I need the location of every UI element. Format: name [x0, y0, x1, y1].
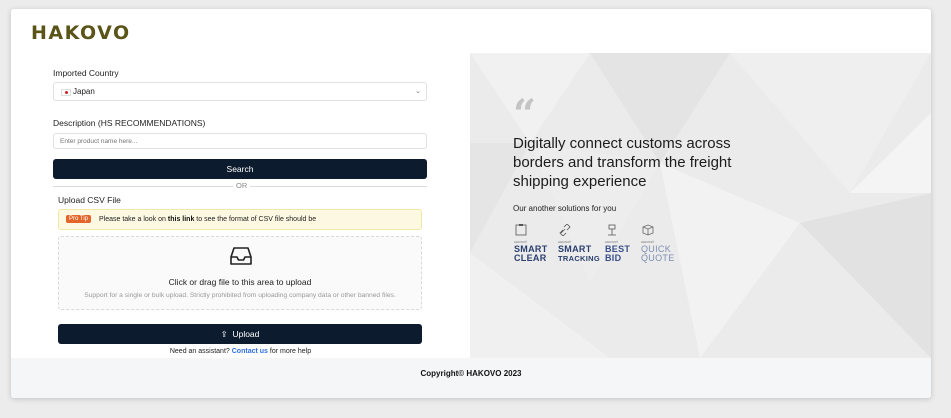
assistant-line: Need an assistant? Contact us for more h… — [11, 348, 470, 355]
quote-mark-icon: “ — [513, 91, 537, 138]
hero-headline: Digitally connect customs across borders… — [513, 135, 732, 190]
pro-tip-tag: Pro Tip — [66, 215, 92, 223]
box-icon — [642, 224, 654, 236]
upload-csv-label: Upload CSV File — [58, 195, 121, 205]
description-label: Description (HS RECOMMENDATIONS) — [53, 118, 206, 128]
country-select[interactable]: Japan ⌄ — [53, 82, 427, 101]
country-label: Imported Country — [53, 68, 119, 78]
country-value: Japan — [73, 87, 95, 96]
product-line2: BID — [605, 253, 622, 263]
pro-tip-banner: Pro Tip Please take a look on this link … — [58, 209, 422, 230]
hero-panel: “ Digitally connect customs across borde… — [470, 53, 931, 358]
assist-text-after: for more help — [269, 348, 312, 355]
product-line2: CLEAR — [514, 253, 547, 263]
product-best-bid[interactable]: HAKOVO® BEST BID — [605, 223, 630, 263]
pro-tip-text-before: Please take a look on — [99, 216, 166, 223]
clipboard-icon — [515, 224, 527, 236]
hakovo-logo[interactable]: HAKOVO — [31, 22, 131, 44]
chevron-down-icon: ⌄ — [415, 88, 421, 95]
product-line1: SMART — [558, 244, 592, 254]
upload-label: Upload — [232, 329, 260, 339]
pro-tip-message: Please take a look on this link to see t… — [99, 216, 316, 223]
search-button[interactable]: Search — [53, 159, 427, 179]
copyright-text: Copyright© HAKOVO 2023 — [420, 369, 522, 378]
file-dropzone[interactable]: Click or drag file to this area to uploa… — [58, 236, 422, 310]
product-line2: QUOTE — [641, 253, 675, 263]
solutions-label: Our another solutions for you — [513, 204, 617, 213]
product-smart-tracking[interactable]: HAKOVO® SMART TRACKING — [558, 223, 600, 263]
dropzone-title: Click or drag file to this area to uploa… — [168, 277, 312, 287]
or-label: OR — [233, 181, 251, 190]
description-input[interactable] — [53, 133, 427, 149]
upload-icon: ⇪ — [220, 329, 228, 339]
app-window: HAKOVO Imported Country Japan ⌄ Descript… — [11, 9, 931, 398]
csv-format-link[interactable]: this link — [168, 216, 194, 223]
auction-icon — [608, 224, 616, 236]
japan-flag-icon — [61, 89, 71, 96]
assist-text: Need an assistant? — [169, 348, 230, 355]
product-smart-clear[interactable]: HAKOVO® SMART CLEAR — [514, 223, 548, 263]
upload-button[interactable]: ⇪ Upload — [58, 324, 422, 344]
dropzone-hint: Support for a single or bulk upload. Str… — [84, 292, 396, 299]
inbox-icon — [230, 247, 252, 265]
product-quick-quote[interactable]: HAKOVO® QUICK QUOTE — [641, 223, 675, 263]
link-chain-icon — [559, 223, 571, 237]
pro-tip-text-after: to see the format of CSV file should be — [196, 216, 317, 223]
product-line2: TRACKING — [558, 254, 600, 263]
contact-us-link[interactable]: Contact us — [232, 348, 268, 355]
footer: Copyright© HAKOVO 2023 — [11, 358, 931, 398]
